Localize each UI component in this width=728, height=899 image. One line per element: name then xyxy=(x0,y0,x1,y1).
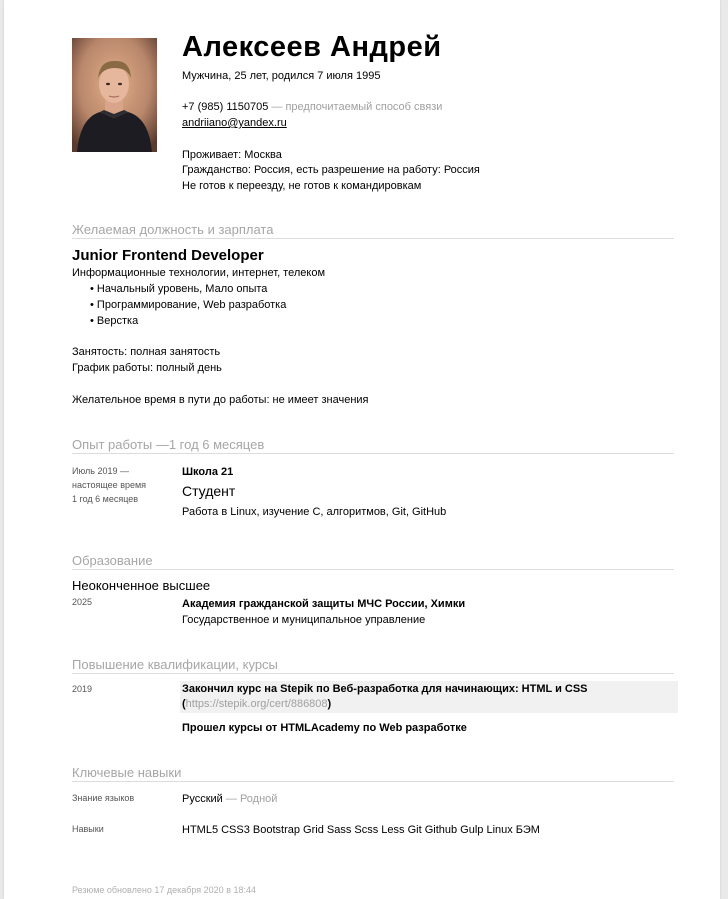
citizenship: Гражданство: Россия, есть разрешение на … xyxy=(182,164,480,176)
industry: Информационные технологии, интернет, тел… xyxy=(72,267,325,279)
course-certificate-line: (https://stepik.org/cert/886808) xyxy=(182,697,676,712)
specialization-item: Программирование, Web разработка xyxy=(90,297,286,313)
company-name: Школа 21 xyxy=(182,466,234,478)
work-schedule: График работы: полный день xyxy=(72,362,222,374)
section-title-skills: Ключевые навыки xyxy=(72,765,674,782)
language-level: — Родной xyxy=(225,793,278,805)
residence: Проживает: Москва xyxy=(182,149,282,161)
specialization-item: Верстка xyxy=(90,313,286,329)
section-title-experience: Опыт работы —1 год 6 месяцев xyxy=(72,437,674,454)
specialization-list: Начальный уровень, Мало опыта Программир… xyxy=(90,281,286,329)
phone-note: — предпочитаемый способ связи xyxy=(271,101,443,113)
section-title-position: Желаемая должность и зарплата xyxy=(72,222,674,239)
email-link-wrapper: andriiano@yandex.ru xyxy=(182,116,287,131)
course-title: Закончил курс на Stepik по Веб-разработк… xyxy=(182,683,588,695)
skills-list: HTML5 CSS3 Bootstrap Grid Sass Scss Less… xyxy=(182,824,540,836)
section-title-education: Образование xyxy=(72,553,674,570)
profile-photo xyxy=(72,38,157,152)
certificate-link[interactable]: https://stepik.org/cert/886808 xyxy=(186,698,328,710)
language-name: Русский xyxy=(182,793,223,805)
skills-label: Навыки xyxy=(72,824,104,834)
paren-close: ) xyxy=(327,698,332,710)
resume-updated-note: Резюме обновлено 17 декабря 2020 в 18:44 xyxy=(72,885,256,895)
relocation: Не готов к переезду, не готов к командир… xyxy=(182,180,422,192)
contact-phone-line: +7 (985) 1150705 — предпочитаемый способ… xyxy=(182,100,442,115)
course-item-htmlacademy: Прошел курсы от HTMLAcademy по Web разра… xyxy=(182,722,467,734)
candidate-name: Алексеев Андрей xyxy=(182,31,442,63)
course-item-stepik: Закончил курс на Stepik по Веб-разработк… xyxy=(180,681,678,713)
period-duration: 1 год 6 месяцев xyxy=(72,494,139,504)
position-title: Junior Frontend Developer xyxy=(72,247,264,264)
job-description: Работа в Linux, изучение C, алгоритмов, … xyxy=(182,506,447,518)
commute-time: Желательное время в пути до работы: не и… xyxy=(72,394,369,406)
education-institution: Академия гражданской защиты МЧС России, … xyxy=(182,598,466,610)
specialization-item: Начальный уровень, Мало опыта xyxy=(90,281,286,297)
education-year: 2025 xyxy=(72,597,93,607)
education-level: Неоконченное высшее xyxy=(72,578,211,593)
language-entry: Русский — Родной xyxy=(182,792,277,807)
resume-page: Алексеев Андрей Мужчина, 25 лет, родился… xyxy=(4,0,720,899)
experience-period: Июль 2019 — настоящее время 1 год 6 меся… xyxy=(72,464,146,506)
candidate-bio: Мужчина, 25 лет, родился 7 июля 1995 xyxy=(182,70,381,82)
job-role: Студент xyxy=(182,483,236,499)
employment-type: Занятость: полная занятость xyxy=(72,346,221,358)
profile-photo-image xyxy=(72,38,157,152)
courses-year: 2019 xyxy=(72,684,93,694)
phone-number[interactable]: +7 (985) 1150705 xyxy=(182,101,268,113)
period-end: настоящее время xyxy=(72,480,147,490)
period-start: Июль 2019 — xyxy=(72,466,129,476)
email-link[interactable]: andriiano@yandex.ru xyxy=(182,117,287,129)
section-title-courses: Повышение квалификации, курсы xyxy=(72,657,674,674)
education-faculty: Государственное и муниципальное управлен… xyxy=(182,614,426,626)
languages-label: Знание языков xyxy=(72,793,135,803)
